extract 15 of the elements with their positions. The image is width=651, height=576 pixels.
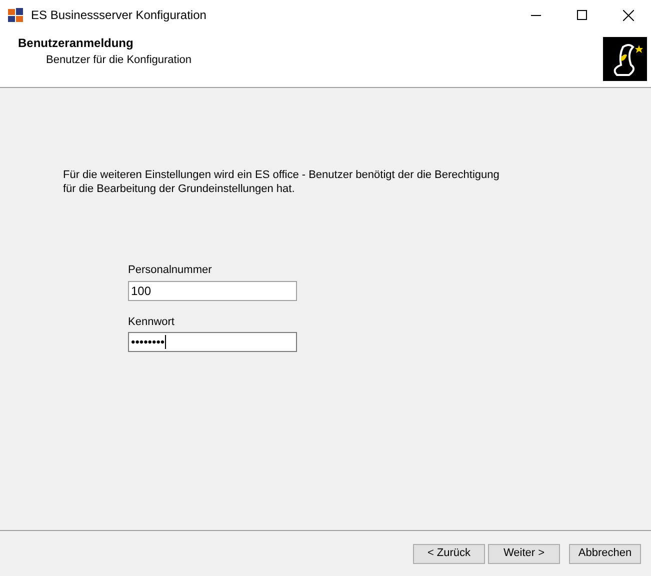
wizard-button[interactable]: Abbrechen: [569, 544, 641, 564]
wizard-button[interactable]: Weiter >: [488, 544, 560, 564]
field-label: Kennwort: [128, 314, 176, 330]
input-field[interactable]: ••••••••: [128, 332, 297, 352]
minimize-icon: [531, 14, 541, 16]
header-subtitle: Benutzer für die Konfiguration: [45, 53, 192, 68]
field-label: Personalnummer: [128, 263, 213, 278]
wizard-button[interactable]: < Zurück: [413, 544, 485, 564]
app-icon: [8, 7, 24, 23]
maximize-icon: [577, 10, 587, 20]
window-title: ES Businessserver Konfiguration: [31, 7, 206, 24]
input-field[interactable]: 100: [128, 280, 297, 300]
header-title: Benutzeranmeldung: [18, 35, 134, 52]
close-icon: [622, 10, 634, 20]
description-text: Für die weiteren Einstellungen wird ein ES office - Benutzer benötigt der die Berechtigung für die Bearbeitung der Grundeinstellungen hat.: [63, 168, 500, 196]
